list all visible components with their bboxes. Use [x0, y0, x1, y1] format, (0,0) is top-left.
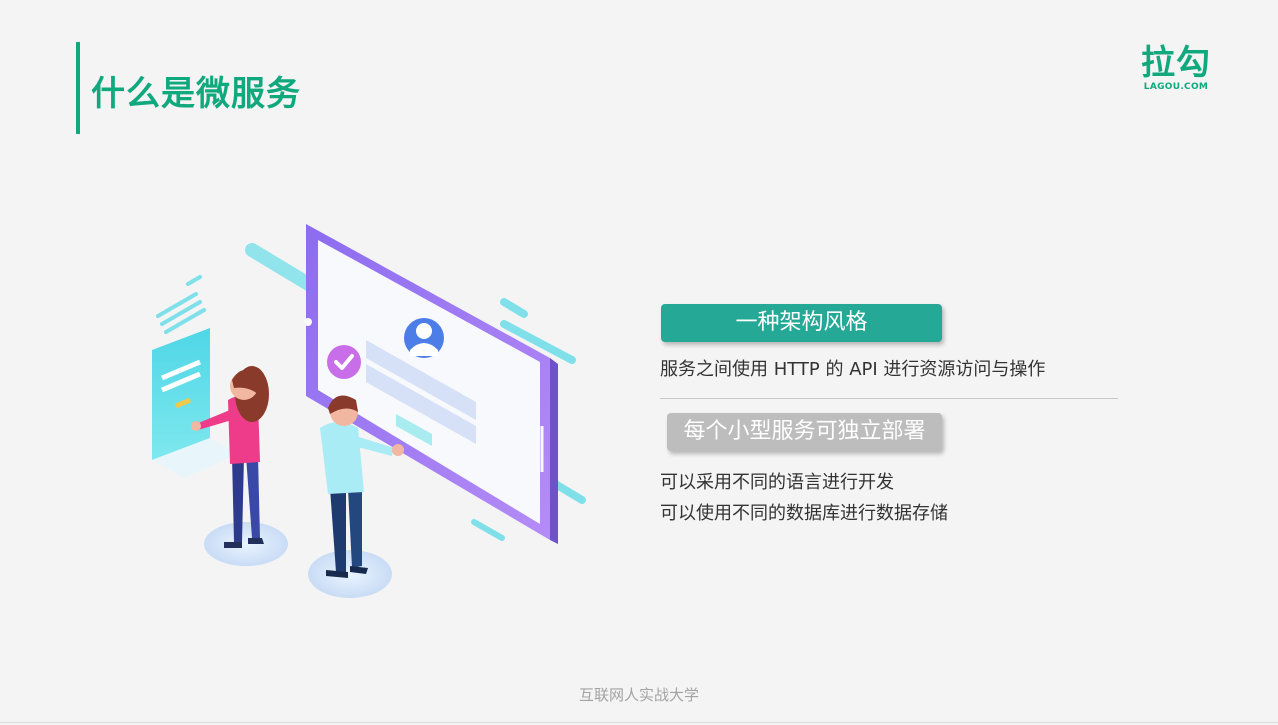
footer-slogan: 互联网人实战大学: [578, 686, 699, 704]
section-divider: [660, 398, 1118, 399]
point-2-description-2: 可以使用不同的数据库进行数据存储: [660, 503, 948, 524]
point-2-label: 每个小型服务可独立部署: [667, 413, 942, 451]
logo-domain: LAGOU.COM: [1143, 82, 1209, 92]
point-1-description: 服务之间使用 HTTP 的 API 进行资源访问与操作: [660, 359, 1046, 380]
microservice-illustration: [152, 224, 586, 598]
checkmark-icon: [327, 345, 361, 379]
user-avatar-icon: [404, 318, 444, 358]
kiosk-screen: [152, 328, 238, 478]
point-1-label: 一种架构风格: [661, 304, 942, 342]
lagou-logo: 拉勾 LAGOU.COM: [1140, 44, 1212, 92]
logo-wordmark: 拉勾: [1141, 43, 1211, 83]
bottom-rule: [0, 722, 1278, 723]
point-2-description-1: 可以采用不同的语言进行开发: [660, 472, 894, 493]
page-title: 什么是微服务: [91, 74, 301, 114]
title-accent-bar: [76, 42, 80, 134]
